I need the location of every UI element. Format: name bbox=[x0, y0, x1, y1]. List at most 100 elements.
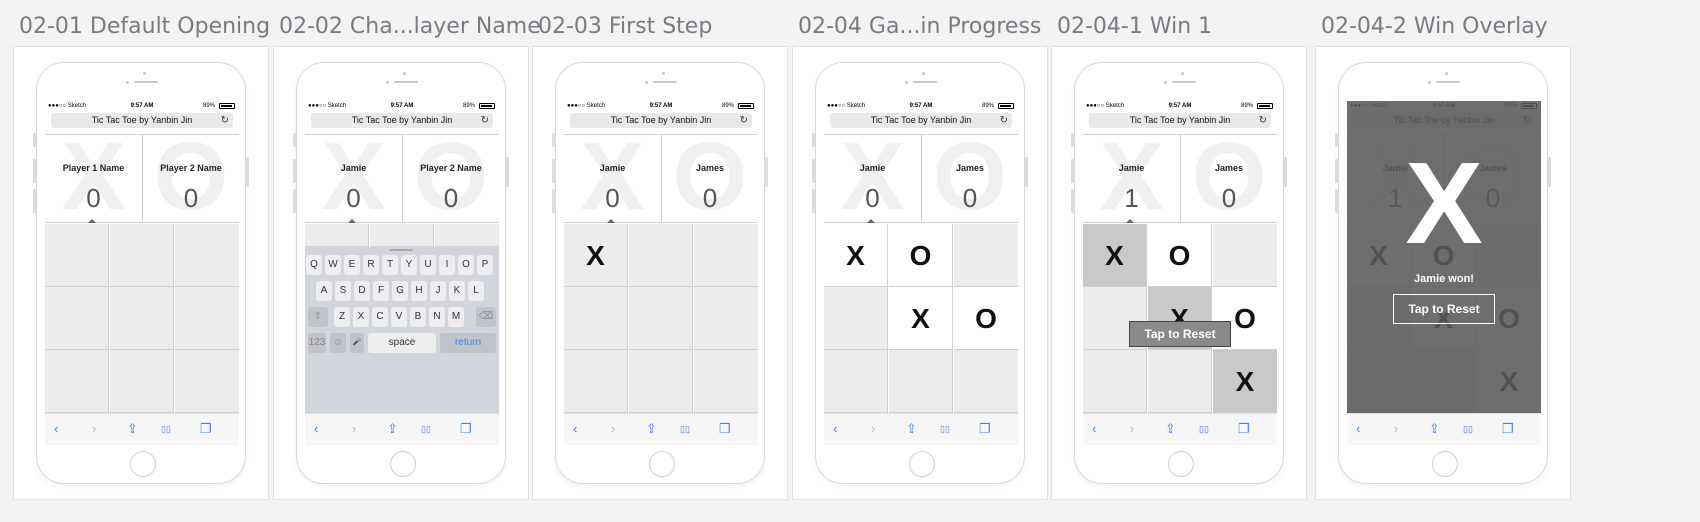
player-1-panel[interactable]: XJamie1 bbox=[1083, 135, 1180, 223]
key[interactable]: U bbox=[420, 255, 436, 275]
back-icon[interactable]: ‹ bbox=[314, 422, 318, 436]
delete-key-icon[interactable]: ⌫ bbox=[476, 307, 496, 327]
share-icon[interactable]: ⇪ bbox=[127, 422, 138, 436]
board-cell[interactable] bbox=[824, 287, 888, 350]
reload-icon[interactable]: ↻ bbox=[221, 113, 229, 128]
board-cell[interactable] bbox=[889, 350, 953, 413]
player-2-name[interactable]: James bbox=[1181, 163, 1277, 173]
player-2-name[interactable]: James bbox=[922, 163, 1018, 173]
home-button[interactable] bbox=[909, 451, 935, 477]
key[interactable]: D bbox=[354, 281, 370, 301]
tabs-icon[interactable]: ❐ bbox=[200, 422, 212, 436]
numbers-key[interactable]: 123 bbox=[308, 333, 326, 353]
board-cell[interactable] bbox=[110, 350, 174, 413]
tabs-icon[interactable]: ❐ bbox=[1502, 422, 1514, 436]
player-2-name[interactable]: Player 2 Name bbox=[143, 163, 239, 173]
forward-icon[interactable]: › bbox=[352, 422, 356, 436]
home-button[interactable] bbox=[390, 451, 416, 477]
board-cell[interactable]: X bbox=[564, 224, 628, 287]
key[interactable]: I bbox=[439, 255, 455, 275]
forward-icon[interactable]: › bbox=[1394, 422, 1398, 436]
player-1-name[interactable]: Jamie bbox=[305, 163, 402, 173]
board-cell[interactable]: O bbox=[889, 224, 953, 287]
share-icon[interactable]: ⇪ bbox=[1429, 422, 1440, 436]
key[interactable]: Y bbox=[401, 255, 417, 275]
player-1-panel[interactable]: X Jamie 0 bbox=[305, 135, 402, 223]
key[interactable]: R bbox=[363, 255, 379, 275]
reload-icon[interactable]: ↻ bbox=[1259, 113, 1267, 128]
key[interactable]: S bbox=[335, 281, 351, 301]
tabs-icon[interactable]: ❐ bbox=[979, 422, 991, 436]
address-bar[interactable]: Tic Tac Toe by Yanbin Jin ↻ bbox=[311, 113, 493, 128]
key[interactable]: T bbox=[382, 255, 398, 275]
board-cell[interactable]: X bbox=[1213, 350, 1277, 413]
key[interactable]: J bbox=[430, 281, 446, 301]
board-cell[interactable] bbox=[435, 224, 499, 247]
tabs-icon[interactable]: ❐ bbox=[1238, 422, 1250, 436]
address-bar[interactable]: Tic Tac Toe by Yanbin Jin ↻ bbox=[1089, 113, 1271, 128]
player-2-panel[interactable]: OJames0 bbox=[921, 135, 1018, 223]
key[interactable]: L bbox=[468, 281, 484, 301]
board-cell[interactable] bbox=[629, 350, 693, 413]
board-cell[interactable] bbox=[564, 350, 628, 413]
tap-to-reset-button[interactable]: Tap to Reset bbox=[1393, 294, 1495, 324]
bookmarks-icon[interactable]: ▯▯ bbox=[1463, 422, 1473, 436]
bookmarks-icon[interactable]: ▯▯ bbox=[161, 422, 171, 436]
board-cell[interactable] bbox=[1213, 224, 1277, 287]
emoji-key-icon[interactable]: ☺ bbox=[330, 333, 346, 353]
forward-icon[interactable]: › bbox=[92, 422, 96, 436]
player-2-name[interactable]: Player 2 Name bbox=[403, 163, 499, 173]
address-bar[interactable]: Tic Tac Toe by Yanbin Jin ↻ bbox=[51, 113, 233, 128]
board-cell[interactable] bbox=[175, 350, 239, 413]
address-bar[interactable]: Tic Tac Toe by Yanbin Jin ↻ bbox=[830, 113, 1012, 128]
key[interactable]: O bbox=[458, 255, 474, 275]
reload-icon[interactable]: ↻ bbox=[481, 113, 489, 128]
player-1-name[interactable]: Jamie bbox=[824, 163, 921, 173]
reload-icon[interactable]: ↻ bbox=[1000, 113, 1008, 128]
share-icon[interactable]: ⇪ bbox=[1165, 422, 1176, 436]
back-icon[interactable]: ‹ bbox=[1356, 422, 1360, 436]
player-1-panel[interactable]: X Jamie 0 bbox=[824, 135, 921, 223]
back-icon[interactable]: ‹ bbox=[54, 422, 58, 436]
shift-key-icon[interactable]: ⇧ bbox=[308, 307, 328, 327]
board-cell[interactable] bbox=[110, 287, 174, 350]
home-button[interactable] bbox=[1432, 451, 1458, 477]
player-1-panel[interactable]: X Jamie 0 bbox=[564, 135, 661, 223]
key[interactable]: W bbox=[325, 255, 341, 275]
key[interactable]: P bbox=[477, 255, 493, 275]
board-cell[interactable] bbox=[694, 224, 758, 287]
share-icon[interactable]: ⇪ bbox=[646, 422, 657, 436]
board-cell[interactable] bbox=[1148, 350, 1212, 413]
player-2-panel[interactable]: O Player 2 Name 0 bbox=[402, 135, 499, 223]
board-cell[interactable]: X bbox=[889, 287, 953, 350]
tabs-icon[interactable]: ❐ bbox=[719, 422, 731, 436]
bookmarks-icon[interactable]: ▯▯ bbox=[421, 422, 431, 436]
board-cell[interactable] bbox=[175, 224, 239, 287]
player-1-name[interactable]: Jamie bbox=[564, 163, 661, 173]
board-cell[interactable] bbox=[694, 287, 758, 350]
board-cell[interactable] bbox=[954, 350, 1018, 413]
win-overlay[interactable]: X Jamie won! Tap to Reset bbox=[1347, 101, 1541, 413]
address-bar[interactable]: Tic Tac Toe by Yanbin Jin ↻ bbox=[570, 113, 752, 128]
player-2-name[interactable]: James bbox=[662, 163, 758, 173]
key[interactable]: K bbox=[449, 281, 465, 301]
keyboard-grabber[interactable] bbox=[389, 249, 413, 251]
share-icon[interactable]: ⇪ bbox=[387, 422, 398, 436]
return-key[interactable]: return bbox=[440, 333, 496, 353]
board-cell[interactable]: X bbox=[824, 224, 888, 287]
player-2-panel[interactable]: OJames0 bbox=[1180, 135, 1277, 223]
back-icon[interactable]: ‹ bbox=[833, 422, 837, 436]
forward-icon[interactable]: › bbox=[611, 422, 615, 436]
board-cell[interactable] bbox=[45, 224, 109, 287]
key[interactable]: G bbox=[392, 281, 408, 301]
share-icon[interactable]: ⇪ bbox=[906, 422, 917, 436]
tabs-icon[interactable]: ❐ bbox=[460, 422, 472, 436]
board-cell[interactable] bbox=[564, 287, 628, 350]
home-button[interactable] bbox=[1168, 451, 1194, 477]
tap-to-reset-button[interactable]: Tap to Reset bbox=[1129, 321, 1231, 347]
board-cell[interactable] bbox=[45, 350, 109, 413]
home-button[interactable] bbox=[130, 451, 156, 477]
board-cell[interactable] bbox=[175, 287, 239, 350]
board-cell[interactable] bbox=[110, 224, 174, 287]
key[interactable]: E bbox=[344, 255, 360, 275]
